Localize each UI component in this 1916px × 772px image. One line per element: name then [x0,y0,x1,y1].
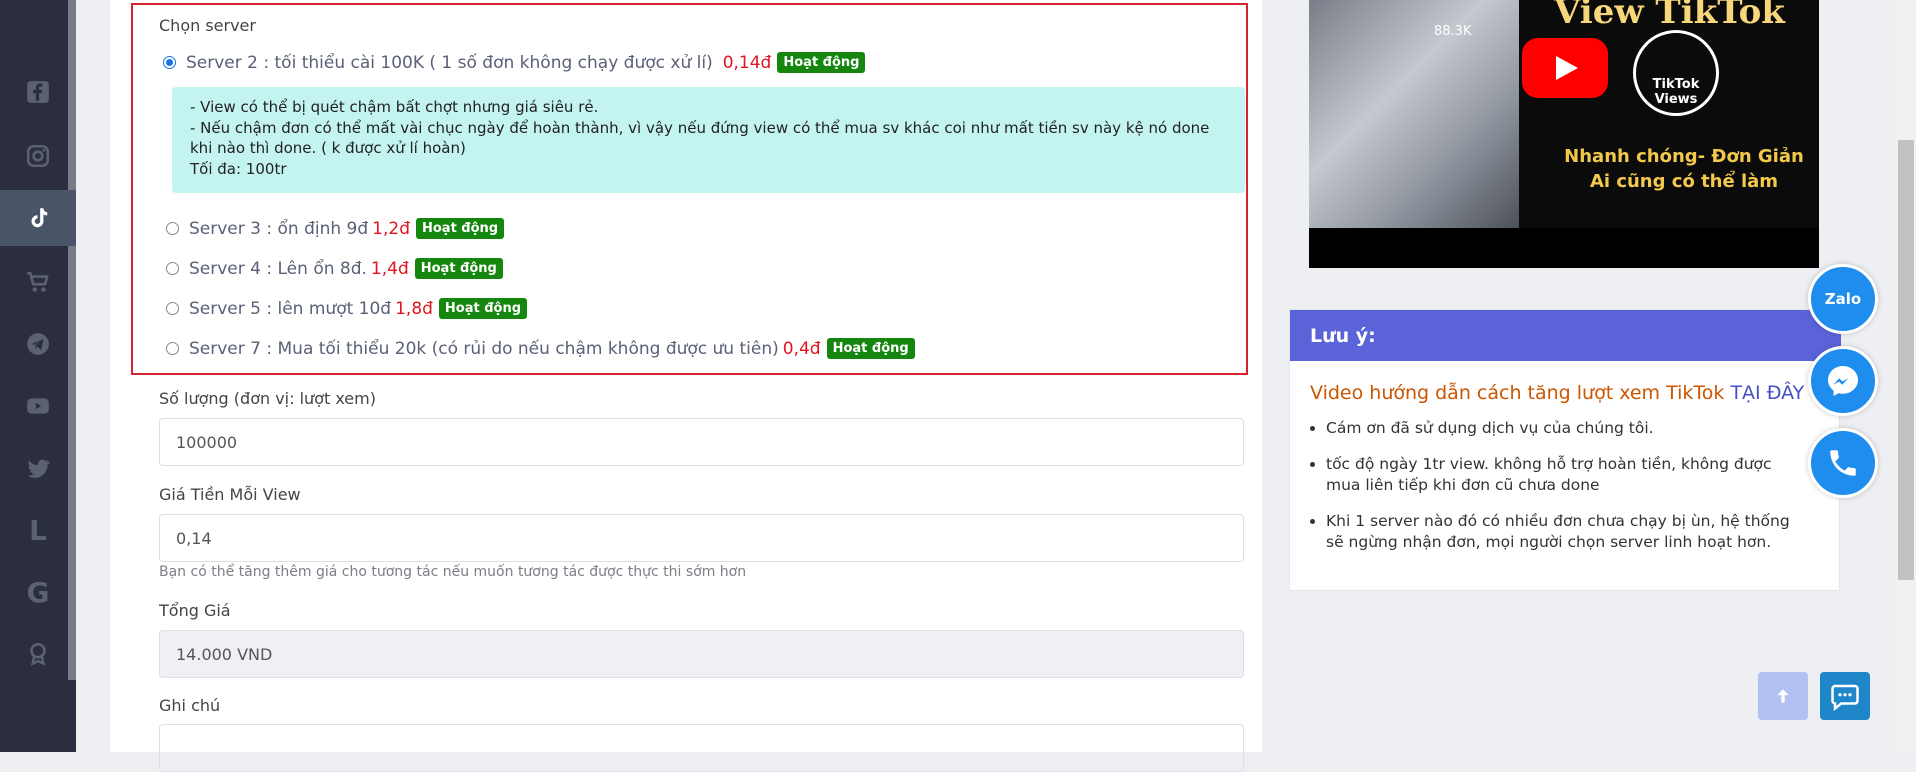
video-thumbnail-collage [1309,0,1519,228]
messenger-button[interactable] [1808,346,1878,416]
status-badge: Hoạt động [777,52,866,73]
telegram-icon [27,333,49,355]
google-icon: G [26,575,50,609]
sidebar: L G [0,0,76,752]
sidebar-item-twitter[interactable] [0,440,76,496]
quantity-value: 100000 [176,432,238,452]
twitter-icon [27,459,50,478]
notice-item: Khi 1 server nào đó có nhiều đơn chưa ch… [1326,511,1801,553]
server-option-label: Server 3 : ổn định 9đ [189,218,369,239]
tiktok-views-line2: Views [1654,92,1698,107]
server-price: 0,14đ [722,52,772,73]
price-hint: Bạn có thể tăng thêm giá cho tương tác n… [159,564,747,580]
sidebar-item-award[interactable] [0,626,76,682]
server-note-line: Tối đa: 100tr [190,159,287,178]
video-view-count: 88.3K [1434,24,1472,39]
quantity-input[interactable]: 100000 [159,418,1244,466]
chat-button[interactable] [1820,672,1870,720]
letter-l-icon: L [29,513,47,547]
server-price: 1,4đ [370,258,409,279]
tiktok-views-line1: TikTok [1652,77,1700,92]
server-option-label: Server 5 : lên mượt 10đ [189,298,392,319]
instagram-icon [26,144,50,168]
server-note-line: - View có thể bị quét chậm bất chợt nhưn… [190,98,599,116]
server-radio[interactable] [166,302,179,315]
server-option[interactable]: Server 3 : ổn định 9đ 1,2đ Hoạt động [166,218,505,239]
cart-icon [27,272,49,292]
server-radio[interactable] [166,222,179,235]
phone-icon [1830,450,1856,476]
chat-icon [1831,684,1859,711]
server-radio[interactable] [163,56,176,69]
tiktok-icon [31,208,48,228]
youtube-icon [27,398,49,414]
status-badge: Hoạt động [826,338,915,359]
server-option[interactable]: Server 5 : lên mượt 10đ 1,8đ Hoạt động [166,298,528,319]
notice-item: Cám ơn đã sử dụng dịch vụ của chúng tôi. [1326,418,1801,439]
video-caption-line1: Nhanh chóng- Đơn Giản [1564,146,1804,167]
server-option[interactable]: Server 4 : Lên ổn 8đ. 1,4đ Hoạt động [166,258,503,279]
arrow-up-icon [1777,689,1789,703]
video-control-bar [1309,228,1819,268]
tutorial-video[interactable]: 88.3K View TikTok TikTok Views Nhanh chó… [1309,0,1819,268]
total-label: Tổng Giá [159,601,231,620]
server-price: 0,4đ [782,338,821,359]
notice-list: Cám ơn đã sử dụng dịch vụ của chúng tôi.… [1306,418,1801,568]
server-selection-box: Chọn server Server 2 : tối thiểu cài 100… [131,3,1248,375]
total-field: 14.000 VND [159,630,1244,678]
price-label: Giá Tiền Mỗi View [159,485,301,504]
video-caption-line2: Ai cũng có thể làm [1589,171,1779,192]
status-badge: Hoạt động [415,218,505,239]
server-note: - View có thể bị quét chậm bất chợt nhưn… [172,87,1245,193]
server-price: 1,8đ [395,298,433,319]
youtube-play-icon[interactable] [1522,38,1608,98]
zalo-button[interactable]: Zalo [1808,264,1878,334]
video-guide-link[interactable]: TẠI ĐÂY [1730,382,1804,404]
sidebar-item-shop[interactable] [0,254,76,310]
status-badge: Hoạt động [438,298,528,319]
award-icon [30,642,46,666]
sidebar-item-tiktok[interactable] [0,190,76,246]
page-scrollbar[interactable] [1896,0,1916,752]
sidebar-item-facebook[interactable] [0,64,76,120]
price-input[interactable]: 0,14 [159,514,1244,562]
sidebar-item-youtube[interactable] [0,378,76,434]
notice-item: tốc độ ngày 1tr view. không hỗ trợ hoàn … [1326,454,1801,496]
sidebar-item-google[interactable]: G [0,564,76,620]
phone-button[interactable] [1808,428,1878,498]
status-badge: Hoạt động [414,258,503,279]
total-value: 14.000 VND [176,644,273,664]
note-input[interactable] [159,724,1244,772]
server-radio[interactable] [166,262,179,275]
notice-card: Lưu ý: Video hướng dẫn cách tăng lượt xe… [1289,309,1841,591]
note-label: Ghi chú [159,696,221,715]
server-note-line: - Nếu chậm đơn có thể mất vài chục ngày … [190,118,1210,158]
video-title: View TikTok [1554,0,1785,32]
server-option-label: Server 2 : tối thiểu cài 100K ( 1 số đơn… [186,52,713,73]
server-option[interactable]: Server 7 : Mua tối thiểu 20k (có rủi do … [166,338,915,359]
price-value: 0,14 [176,528,212,548]
sidebar-item-instagram[interactable] [0,128,76,184]
scroll-to-top-button[interactable] [1758,672,1808,720]
messenger-icon [1828,366,1858,396]
facebook-icon [27,81,49,103]
server-option[interactable]: Server 2 : tối thiểu cài 100K ( 1 số đơn… [163,52,866,73]
server-price: 1,2đ [372,218,410,239]
video-guide-line: Video hướng dẫn cách tăng lượt xem TikTo… [1310,382,1804,404]
server-radio[interactable] [166,342,179,355]
notice-header: Lưu ý: [1290,310,1841,361]
server-option-label: Server 4 : Lên ổn 8đ. [189,258,367,279]
sidebar-item-telegram[interactable] [0,316,76,372]
zalo-icon: Zalo [1824,290,1862,308]
server-label: Chọn server [159,16,256,35]
sidebar-item-l[interactable]: L [0,502,76,558]
order-form-card: Chọn server Server 2 : tối thiểu cài 100… [110,0,1262,772]
scrollbar-thumb[interactable] [1898,140,1914,580]
quantity-label: Số lượng (đơn vị: lượt xem) [159,389,376,408]
video-guide-text: Video hướng dẫn cách tăng lượt xem TikTo… [1310,382,1725,404]
server-option-label: Server 7 : Mua tối thiểu 20k (có rủi do … [189,338,779,359]
tiktok-views-logo: TikTok Views [1633,30,1719,116]
